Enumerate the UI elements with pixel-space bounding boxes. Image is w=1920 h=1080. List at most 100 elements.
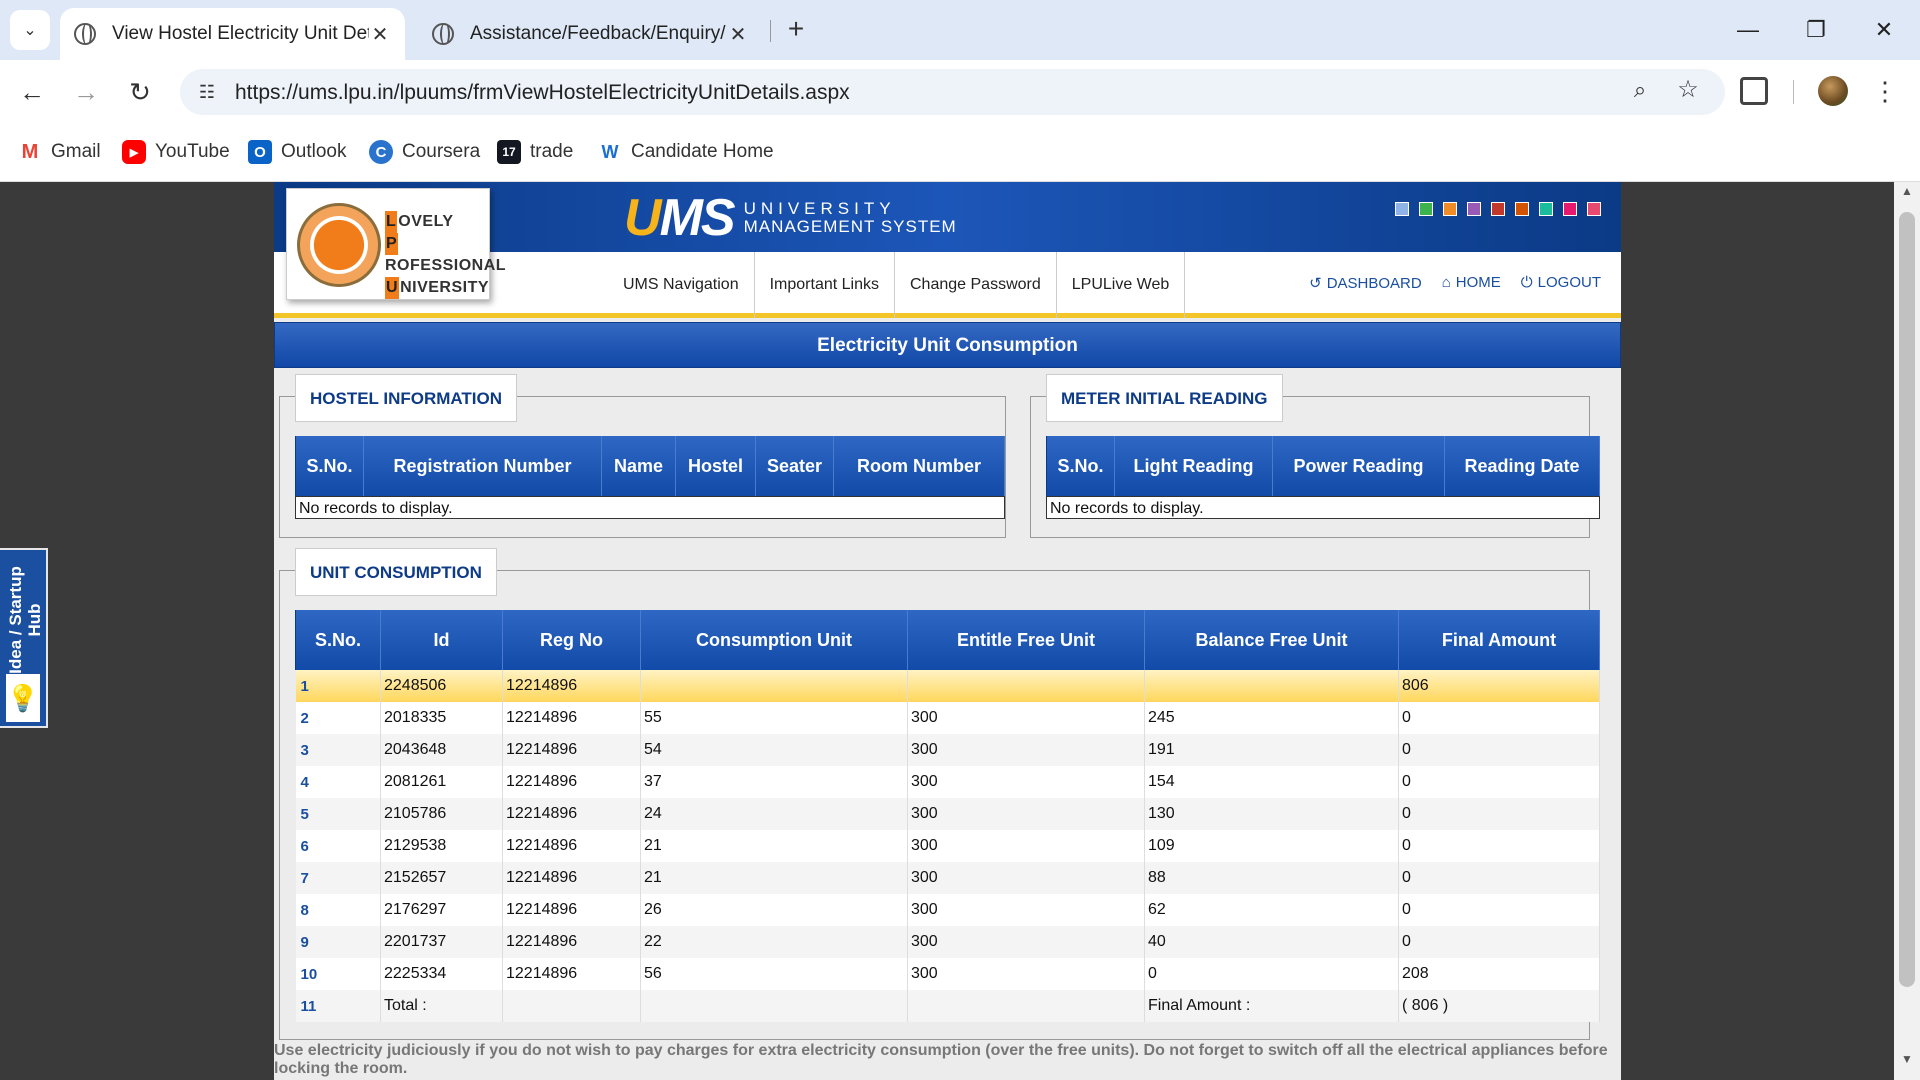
- more-menu-icon[interactable]: ⋮: [1872, 74, 1898, 108]
- theme-swatch[interactable]: [1587, 202, 1601, 216]
- scroll-down-icon[interactable]: ▼: [1894, 1052, 1920, 1076]
- column-header[interactable]: Light Reading: [1114, 436, 1273, 496]
- table-cell: 130: [1144, 798, 1399, 830]
- column-header[interactable]: Room Number: [833, 436, 1005, 496]
- theme-swatch[interactable]: [1539, 202, 1553, 216]
- table-cell: 12214896: [502, 798, 641, 830]
- column-header[interactable]: Hostel: [675, 436, 756, 496]
- table-row[interactable]: 3 2043648 12214896 54 300 191 0: [295, 734, 1600, 766]
- bookmark-label: Outlook: [281, 141, 347, 162]
- table-row[interactable]: 8 2176297 12214896 26 300 62 0: [295, 894, 1600, 926]
- theme-picker: [1395, 202, 1601, 216]
- close-tab-icon[interactable]: ✕: [727, 22, 749, 47]
- column-header[interactable]: Reg No: [502, 610, 641, 670]
- tradingview-icon: 17: [497, 140, 521, 164]
- tab-title: View Hostel Electricity Unit Details: [112, 23, 369, 44]
- column-header[interactable]: Id: [380, 610, 503, 670]
- bookmark-star-icon[interactable]: ☆: [1673, 75, 1703, 105]
- site-settings-icon[interactable]: ☷: [194, 79, 220, 105]
- lpu-logo[interactable]: L OVELY P ROFESSIONAL U NIVERSITY: [286, 188, 506, 300]
- page-scrollbar[interactable]: ▲ ▼: [1894, 182, 1920, 1080]
- table-cell: 10: [295, 958, 381, 990]
- table-row[interactable]: 1 2248506 12214896 806: [295, 670, 1600, 702]
- address-bar[interactable]: ☷ https://ums.lpu.in/lpuums/frmViewHoste…: [180, 69, 1725, 115]
- table-row[interactable]: 5 2105786 12214896 24 300 130 0: [295, 798, 1600, 830]
- theme-swatch[interactable]: [1419, 202, 1433, 216]
- bookmark-trade[interactable]: 17 trade: [497, 138, 573, 166]
- profile-avatar[interactable]: [1818, 76, 1848, 106]
- ums-logo: UMS UNIVERSITY MANAGEMENT SYSTEM: [624, 189, 957, 247]
- column-header[interactable]: S.No.: [295, 436, 364, 496]
- tab-active[interactable]: View Hostel Electricity Unit Details ✕: [60, 8, 405, 60]
- table-cell: 11: [295, 990, 381, 1022]
- restore-button[interactable]: ❐: [1786, 10, 1846, 50]
- table-row[interactable]: 9 2201737 12214896 22 300 40 0: [295, 926, 1600, 958]
- youtube-icon: ▶: [122, 140, 146, 164]
- candidate-home-icon: W: [598, 140, 622, 164]
- table-cell: 5: [295, 798, 381, 830]
- column-header[interactable]: Name: [601, 436, 676, 496]
- table-cell: 2043648: [380, 734, 503, 766]
- bookmark-coursera[interactable]: C Coursera: [369, 138, 480, 166]
- minimize-button[interactable]: —: [1718, 10, 1778, 50]
- table-cell: 2248506: [380, 670, 503, 702]
- toolbar-divider: [1793, 80, 1794, 104]
- theme-swatch[interactable]: [1467, 202, 1481, 216]
- logo-letter: L: [385, 211, 398, 233]
- bookmark-candidate-home[interactable]: W Candidate Home: [598, 138, 774, 166]
- nav-change-password[interactable]: Change Password: [895, 252, 1057, 318]
- table-row[interactable]: 4 2081261 12214896 37 300 154 0: [295, 766, 1600, 798]
- column-header[interactable]: S.No.: [295, 610, 381, 670]
- theme-swatch[interactable]: [1563, 202, 1577, 216]
- forward-button[interactable]: →: [66, 72, 106, 112]
- extensions-icon[interactable]: [1740, 77, 1768, 105]
- logout-link[interactable]: ⏻ LOGOUT: [1521, 274, 1601, 292]
- back-button[interactable]: ←: [12, 72, 52, 112]
- table-cell: 300: [907, 766, 1145, 798]
- column-header[interactable]: Reading Date: [1444, 436, 1600, 496]
- theme-swatch[interactable]: [1515, 202, 1529, 216]
- url-text[interactable]: https://ums.lpu.in/lpuums/frmViewHostelE…: [235, 81, 850, 105]
- column-header[interactable]: Final Amount: [1398, 610, 1600, 670]
- table-row[interactable]: 10 2225334 12214896 56 300 0 208: [295, 958, 1600, 990]
- column-header[interactable]: Balance Free Unit: [1144, 610, 1399, 670]
- tab-inactive[interactable]: Assistance/Feedback/Enquiry/M ✕: [418, 8, 763, 60]
- tab-search-button[interactable]: ⌄: [10, 10, 50, 50]
- close-window-button[interactable]: ✕: [1854, 10, 1914, 50]
- theme-swatch[interactable]: [1443, 202, 1457, 216]
- dashboard-link[interactable]: ↺ DASHBOARD: [1309, 274, 1422, 292]
- ums-site: UMS UNIVERSITY MANAGEMENT SYSTEM L OVELY …: [274, 182, 1621, 1080]
- zoom-icon[interactable]: ⌕: [1625, 77, 1655, 107]
- theme-swatch[interactable]: [1395, 202, 1409, 216]
- table-row[interactable]: 11 Total : Final Amount :( 806 ): [295, 990, 1600, 1022]
- column-header[interactable]: S.No.: [1046, 436, 1115, 496]
- table-row[interactable]: 2 2018335 12214896 55 300 245 0: [295, 702, 1600, 734]
- close-tab-icon[interactable]: ✕: [369, 22, 391, 47]
- reload-button[interactable]: ↻: [120, 72, 160, 112]
- column-header[interactable]: Power Reading: [1272, 436, 1445, 496]
- bookmark-gmail[interactable]: M Gmail: [18, 138, 101, 166]
- idea-startup-hub-widget[interactable]: Idea / Startup Hub 💡: [0, 548, 48, 728]
- table-cell: 12214896: [502, 702, 641, 734]
- column-header[interactable]: Registration Number: [363, 436, 602, 496]
- table-cell: 6: [295, 830, 381, 862]
- table-row[interactable]: 7 2152657 12214896 21 300 88 0: [295, 862, 1600, 894]
- nav-ums-navigation[interactable]: UMS Navigation: [608, 252, 755, 318]
- new-tab-button[interactable]: +: [778, 12, 814, 48]
- table-row[interactable]: 6 2129538 12214896 21 300 109 0: [295, 830, 1600, 862]
- theme-swatch[interactable]: [1491, 202, 1505, 216]
- bookmark-youtube[interactable]: ▶ YouTube: [122, 138, 230, 166]
- scrollbar-thumb[interactable]: [1899, 212, 1915, 987]
- nav-important-links[interactable]: Important Links: [755, 252, 895, 318]
- scroll-up-icon[interactable]: ▲: [1894, 184, 1920, 208]
- table-cell: 0: [1398, 830, 1600, 862]
- bookmark-outlook[interactable]: O Outlook: [248, 138, 346, 166]
- table-cell: 3: [295, 734, 381, 766]
- column-header[interactable]: Seater: [755, 436, 834, 496]
- home-link[interactable]: ⌂ HOME: [1442, 274, 1501, 292]
- nav-lpulive-web[interactable]: LPULive Web: [1057, 252, 1186, 318]
- column-header[interactable]: Entitle Free Unit: [907, 610, 1145, 670]
- table-cell: 2152657: [380, 862, 503, 894]
- column-header[interactable]: Consumption Unit: [640, 610, 908, 670]
- bookmarks-bar: M Gmail ▶ YouTube O Outlook C Coursera 1…: [0, 122, 1920, 182]
